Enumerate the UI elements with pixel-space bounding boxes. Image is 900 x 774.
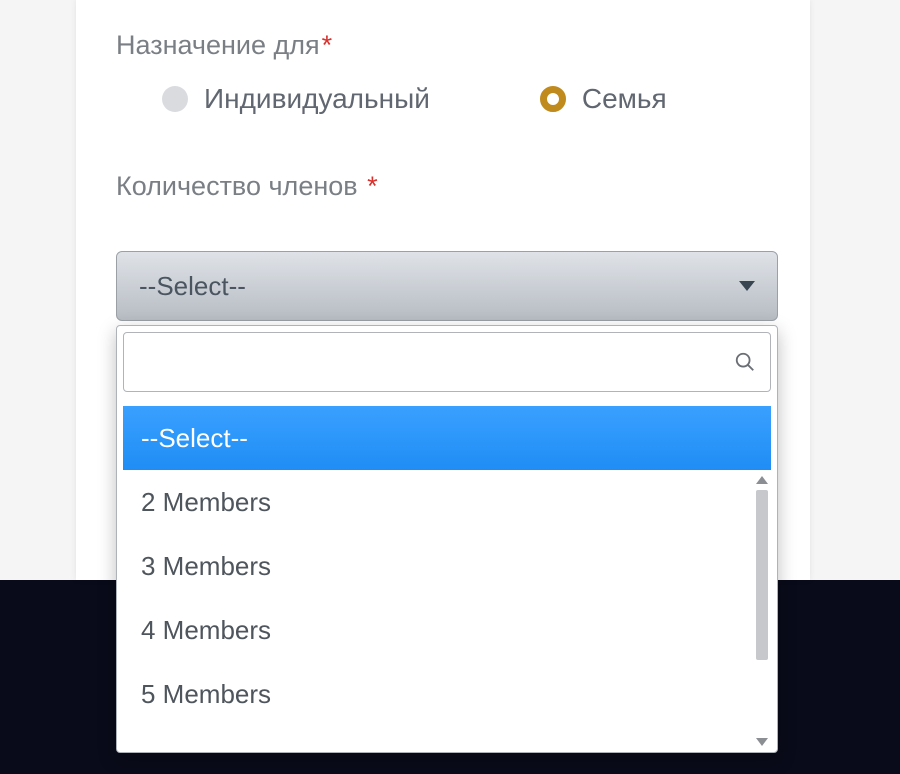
radio-family-label: Семья [582, 83, 667, 115]
scroll-down-icon [756, 738, 768, 746]
scroll-up-icon [756, 476, 768, 484]
search-icon [734, 351, 756, 373]
dropdown-option-2-members[interactable]: 2 Members [123, 470, 771, 534]
required-asterisk: * [367, 171, 378, 201]
radio-individual-label: Индивидуальный [204, 83, 430, 115]
dropdown-scrollbar[interactable] [753, 476, 771, 746]
dropdown-panel: --Select-- 2 Members 3 Members 4 Members… [116, 325, 778, 753]
dropdown-option-5-members[interactable]: 5 Members [123, 662, 771, 726]
purpose-label-text: Назначение для [116, 30, 320, 60]
dropdown-search-input[interactable] [138, 332, 724, 392]
purpose-radio-group: Индивидуальный Семья [116, 83, 810, 115]
dropdown-search[interactable] [123, 332, 771, 392]
members-dropdown: --Select-- --Select-- 2 Members 3 Member… [116, 251, 778, 753]
scroll-thumb[interactable] [756, 490, 768, 660]
radio-family[interactable]: Семья [540, 83, 667, 115]
chevron-down-icon [739, 281, 755, 291]
members-label-text: Количество членов [116, 171, 365, 201]
dropdown-selected-value: --Select-- [139, 271, 246, 302]
radio-unchecked-icon [162, 86, 188, 112]
members-label: Количество членов * [116, 171, 810, 202]
dropdown-option-placeholder[interactable]: --Select-- [123, 406, 771, 470]
required-asterisk: * [322, 30, 333, 60]
dropdown-option-3-members[interactable]: 3 Members [123, 534, 771, 598]
dropdown-toggle[interactable]: --Select-- [116, 251, 778, 321]
radio-individual[interactable]: Индивидуальный [162, 83, 430, 115]
dropdown-option-4-members[interactable]: 4 Members [123, 598, 771, 662]
dropdown-options-list: --Select-- 2 Members 3 Members 4 Members… [123, 406, 771, 752]
radio-checked-icon [540, 86, 566, 112]
purpose-label: Назначение для* [116, 30, 810, 61]
